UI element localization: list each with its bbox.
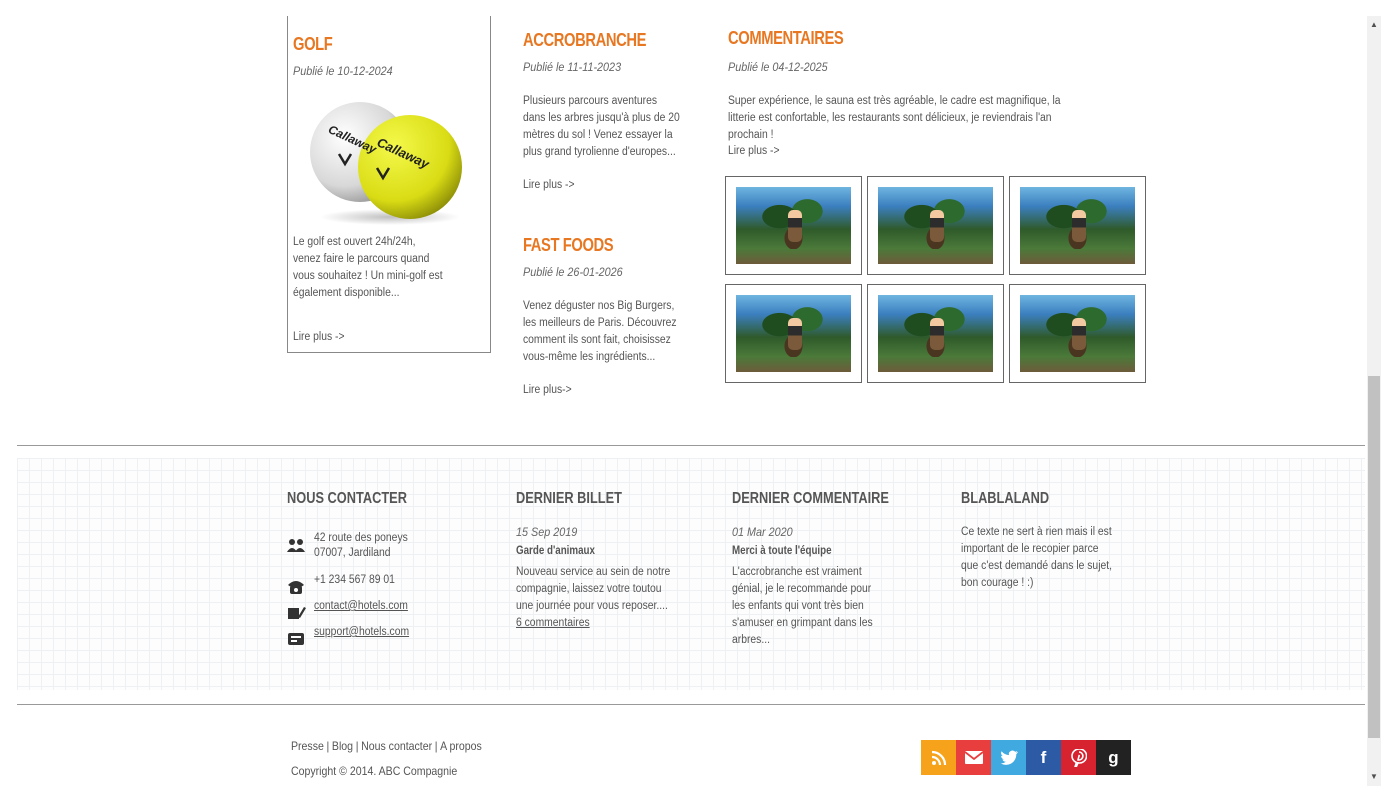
golf-balls-image: Callaway Callaway <box>305 92 465 227</box>
gallery-thumb[interactable] <box>725 176 862 275</box>
facebook-icon[interactable]: f <box>1026 740 1061 775</box>
last-post-date: 15 Sep 2019 <box>516 525 578 539</box>
comments-title[interactable]: COMMENTAIRES <box>728 28 844 49</box>
footer-background <box>17 458 1365 690</box>
twitter-icon[interactable] <box>991 740 1026 775</box>
fast-foods-read-more-link[interactable]: Lire plus-> <box>523 384 572 396</box>
last-comment-title[interactable]: Merci à toute l'équipe <box>732 545 832 557</box>
accrobranche-title[interactable]: ACCROBRANCHE <box>523 30 646 51</box>
contact-email-link[interactable]: contact@hotels.com <box>314 598 408 615</box>
last-comment-body: L'accrobranche est vraiment génial, je l… <box>732 566 873 646</box>
rss-icon[interactable] <box>921 740 956 775</box>
footer-bottom-divider <box>17 704 1365 705</box>
footer-top-divider <box>17 445 1365 446</box>
last-comment-date: 01 Mar 2020 <box>732 525 793 539</box>
gallery-thumb[interactable] <box>867 284 1004 383</box>
accrobranche-body: Plusieurs parcours aventures dans les ar… <box>523 95 680 158</box>
pinterest-icon[interactable] <box>1061 740 1096 775</box>
address-line-1: 42 route des poneys <box>314 532 408 544</box>
comments-read-more-link[interactable]: Lire plus -> <box>728 145 779 157</box>
last-post-comments-link[interactable]: 6 commentaires <box>516 615 590 632</box>
mailbox-icon <box>288 632 304 650</box>
copyright: Copyright © 2014. ABC Compagnie <box>291 764 458 778</box>
scroll-up-arrow-icon[interactable]: ▲ <box>1367 18 1381 32</box>
gallery-thumb[interactable] <box>725 284 862 383</box>
people-icon <box>287 538 305 557</box>
contact-address: 42 route des poneys 07007, Jardiland <box>314 531 408 561</box>
gallery-thumb[interactable] <box>1009 176 1146 275</box>
comments-body: Super expérience, le sauna est très agré… <box>728 95 1061 141</box>
address-line-2: 07007, Jardiland <box>314 547 391 559</box>
contact-heading: NOUS CONTACTER <box>287 490 407 507</box>
last-post-heading: DERNIER BILLET <box>516 490 622 507</box>
golf-body: Le golf est ouvert 24h/24h, venez faire … <box>293 236 443 299</box>
google-icon[interactable]: g <box>1096 740 1131 775</box>
golf-date: Publié le 10-12-2024 <box>293 64 393 78</box>
letter-icon <box>288 606 306 624</box>
email-icon[interactable] <box>956 740 991 775</box>
fast-foods-title[interactable]: FAST FOODS <box>523 235 614 256</box>
support-email-link[interactable]: support@hotels.com <box>314 624 409 641</box>
last-post-body: Nouveau service au sein de notre compagn… <box>516 566 671 612</box>
about-link[interactable]: A propos <box>440 739 482 753</box>
golf-read-more-link[interactable]: Lire plus -> <box>293 331 344 343</box>
blablaland-body: Ce texte ne sert à rien mais il est impo… <box>961 526 1113 589</box>
scroll-down-arrow-icon[interactable]: ▼ <box>1367 770 1381 784</box>
comments-date: Publié le 04-12-2025 <box>728 60 828 74</box>
press-link[interactable]: Presse <box>291 739 324 753</box>
accrobranche-read-more-link[interactable]: Lire plus -> <box>523 179 574 191</box>
fast-foods-date: Publié le 26-01-2026 <box>523 265 623 279</box>
last-comment-heading: DERNIER COMMENTAIRE <box>732 490 889 507</box>
contact-link[interactable]: Nous contacter <box>361 739 432 753</box>
gallery-thumb[interactable] <box>867 176 1004 275</box>
bottom-nav: Presse | Blog | Nous contacter | A propos <box>291 739 482 753</box>
contact-phone: +1 234 567 89 01 <box>314 574 395 586</box>
scrollbar-thumb[interactable] <box>1368 376 1380 738</box>
blablaland-heading: BLABLALAND <box>961 490 1050 507</box>
phone-icon <box>288 580 304 599</box>
social-links: f g <box>921 740 1131 775</box>
last-post-title[interactable]: Garde d'animaux <box>516 545 595 557</box>
fast-foods-body: Venez déguster nos Big Burgers, les meil… <box>523 300 677 363</box>
blog-link[interactable]: Blog <box>332 739 353 753</box>
accrobranche-date: Publié le 11-11-2023 <box>523 60 622 74</box>
golf-title[interactable]: GOLF <box>293 34 333 55</box>
gallery-thumb[interactable] <box>1009 284 1146 383</box>
